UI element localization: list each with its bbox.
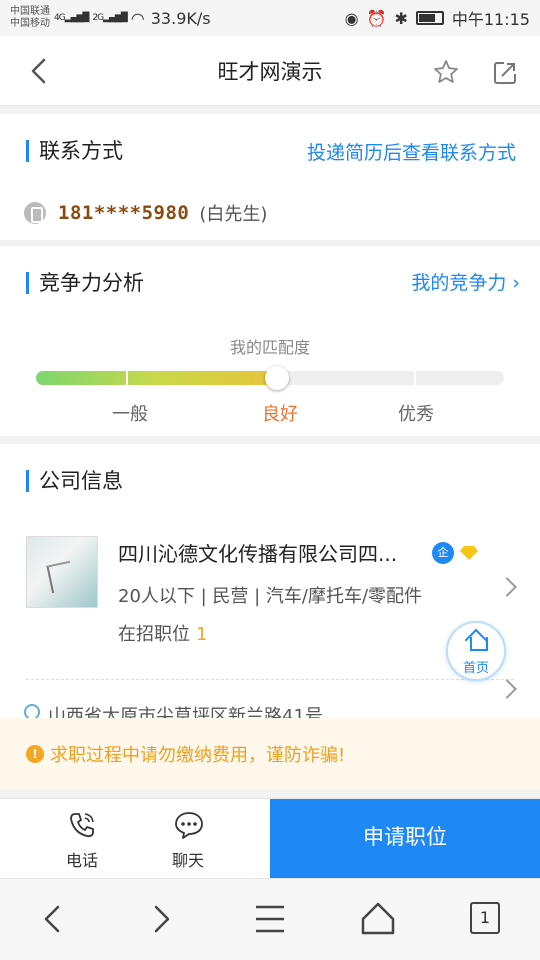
carrier-2: 中国移动: [10, 18, 50, 29]
wifi-icon: ◠: [130, 8, 145, 28]
back-arrow-icon[interactable]: [24, 56, 54, 86]
title-bar: 旺才网演示: [0, 36, 540, 106]
page-title: 旺才网演示: [217, 59, 323, 84]
level-label-low: 一般: [112, 404, 148, 425]
phone-call-icon: [70, 813, 94, 838]
chat-button[interactable]: 聊天: [148, 799, 228, 879]
chat-bubble-icon: [175, 812, 203, 839]
competitiveness-card: 竞争力分析 我的竞争力 › 我的匹配度 一般 良好 优秀: [0, 246, 540, 436]
browser-tabs-button[interactable]: 1: [470, 902, 500, 934]
carrier-names: 中国联通 中国移动: [10, 6, 50, 30]
browser-menu-icon[interactable]: [250, 899, 290, 939]
company-name[interactable]: 四川沁德文化传播有限公司四...: [118, 538, 397, 567]
battery-icon: [415, 11, 444, 25]
level-label-good: 良好: [262, 404, 298, 425]
open-jobs-count: 1: [196, 624, 208, 645]
company-card: 公司信息 四川沁德文化传播有限公司四... 企 20人以下 | 民营 | 汽车/…: [0, 444, 540, 727]
match-level-fill: [36, 371, 277, 385]
company-open-jobs: 在招职位 1: [118, 624, 208, 645]
level-label-excellent: 优秀: [398, 404, 434, 425]
verified-enterprise-icon: 企: [432, 542, 454, 564]
company-section-title: 公司信息: [26, 470, 123, 492]
contact-section-title: 联系方式: [26, 140, 123, 162]
eye-icon: ◉: [344, 8, 359, 28]
call-button[interactable]: 电话: [42, 799, 122, 879]
contact-card: 联系方式 投递简历后查看联系方式 181****5980 (白先生): [0, 114, 540, 240]
clock: 中午11:15: [451, 10, 530, 29]
company-logo: [26, 536, 98, 608]
home-floating-button[interactable]: 首页: [446, 621, 506, 681]
warning-text: 求职过程中请勿缴纳费用，谨防诈骗!: [50, 745, 346, 766]
carrier-1: 中国联通: [10, 6, 50, 17]
browser-back-icon[interactable]: [34, 899, 74, 939]
alarm-icon: ⏰: [366, 8, 387, 28]
divider: [26, 679, 514, 680]
contact-person: (白先生): [199, 204, 268, 225]
bluetooth-icon: ✱: [394, 8, 408, 28]
network-speed: 33.9K/s: [150, 8, 211, 28]
action-bar: 电话 聊天 申请职位: [0, 798, 540, 879]
level-divider: [126, 371, 128, 385]
fraud-warning: ! 求职过程中请勿缴纳费用，谨防诈骗!: [0, 718, 540, 790]
home-button-label: 首页: [462, 661, 489, 676]
diamond-icon: [460, 546, 478, 560]
view-contact-link[interactable]: 投递简历后查看联系方式: [307, 138, 516, 165]
call-label: 电话: [65, 851, 98, 870]
my-competitiveness-link[interactable]: 我的竞争力 ›: [411, 268, 520, 295]
chevron-right-icon[interactable]: [497, 577, 517, 597]
browser-home-icon[interactable]: [358, 899, 398, 939]
status-bar: 中国联通 中国移动 4G▂▄▆█ 2G▂▄▆█ ◠ 33.9K/s ◉ ⏰ ✱ …: [0, 0, 540, 36]
warning-icon: !: [26, 745, 44, 763]
apply-job-button[interactable]: 申请职位: [270, 799, 540, 879]
chevron-right-icon[interactable]: [497, 679, 517, 699]
browser-nav-bar: [0, 878, 540, 960]
favorite-star-icon[interactable]: [432, 58, 460, 86]
phone-icon: [24, 202, 46, 224]
phone-number: 181****5980: [58, 202, 190, 224]
competitiveness-section-title: 竞争力分析: [26, 272, 144, 294]
chat-label: 聊天: [171, 851, 204, 870]
browser-forward-icon[interactable]: [142, 899, 182, 939]
match-label: 我的匹配度: [229, 338, 310, 357]
phone-row: 181****5980 (白先生): [24, 200, 267, 226]
match-level-knob: [265, 366, 289, 390]
match-level-bar: [36, 366, 504, 390]
level-divider: [414, 371, 416, 385]
signal-2g-icon: 2G▂▄▆█: [92, 13, 127, 23]
signal-4g-icon: 4G▂▄▆█: [54, 13, 89, 23]
company-info: 20人以下 | 民营 | 汽车/摩托车/零配件: [118, 586, 423, 607]
chevron-right-icon: ›: [512, 272, 520, 294]
share-icon[interactable]: [492, 60, 518, 86]
